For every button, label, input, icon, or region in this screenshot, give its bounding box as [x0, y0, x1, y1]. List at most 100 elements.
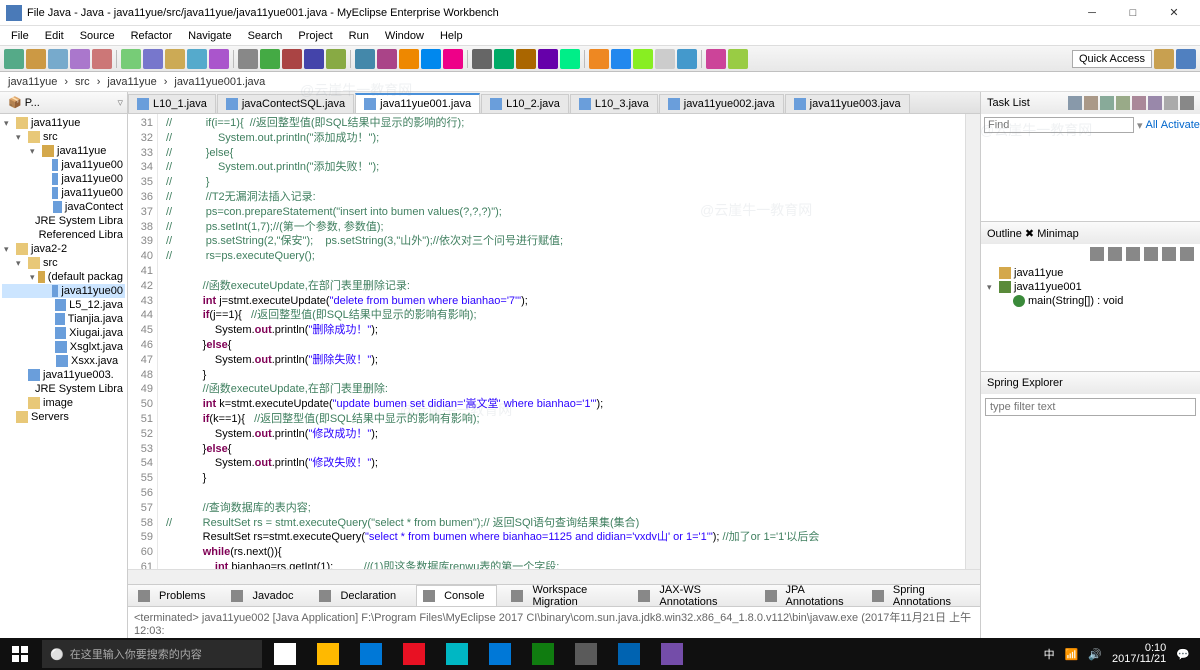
- tree-node[interactable]: Servers: [2, 410, 125, 424]
- find-dropdown-icon[interactable]: ▾: [1137, 119, 1143, 132]
- task-activate-link[interactable]: Activate...: [1161, 119, 1200, 131]
- toolbar-button-1[interactable]: [26, 49, 46, 69]
- tasklist-tool-0[interactable]: [1068, 96, 1082, 110]
- toolbar-button-30[interactable]: [706, 49, 726, 69]
- toolbar-button-14[interactable]: [326, 49, 346, 69]
- toolbar-button-13[interactable]: [304, 49, 324, 69]
- task-all-link[interactable]: All: [1146, 119, 1158, 131]
- outline-tree[interactable]: java11yue▾java11yue001main(String[]) : v…: [981, 264, 1200, 371]
- system-tray[interactable]: 中 📶 🔊 0:10 2017/11/21 💬: [1034, 643, 1200, 665]
- editor-tab[interactable]: L10_2.java: [481, 94, 569, 113]
- breadcrumb-segment[interactable]: java11yue: [105, 76, 158, 88]
- tree-node[interactable]: ▾java11yue: [2, 116, 125, 130]
- taskbar-app-1[interactable]: [307, 638, 349, 670]
- tree-node[interactable]: javaContect: [2, 200, 125, 214]
- code-content[interactable]: // if(i==1){ //返回整型值(即SQL结果中显示的影响的行); //…: [158, 114, 965, 569]
- menu-file[interactable]: File: [4, 29, 36, 43]
- toolbar-button-24[interactable]: [560, 49, 580, 69]
- toolbar-button-5[interactable]: [121, 49, 141, 69]
- outline-tool-2[interactable]: [1126, 247, 1140, 261]
- toolbar-button-15[interactable]: [355, 49, 375, 69]
- tray-volume-icon[interactable]: 🔊: [1088, 648, 1102, 661]
- breadcrumb-segment[interactable]: src: [73, 76, 92, 88]
- tree-node[interactable]: ▾src: [2, 130, 125, 144]
- outline-tool-1[interactable]: [1108, 247, 1122, 261]
- tree-node[interactable]: Referenced Libra: [2, 228, 125, 242]
- project-tree[interactable]: ▾java11yue▾src▾java11yuejava11yue00java1…: [0, 114, 127, 642]
- tasklist-tool-1[interactable]: [1084, 96, 1098, 110]
- outline-node[interactable]: main(String[]) : void: [987, 294, 1194, 308]
- tree-node[interactable]: ▾(default packag: [2, 270, 125, 284]
- outline-tool-3[interactable]: [1144, 247, 1158, 261]
- menu-refactor[interactable]: Refactor: [124, 29, 180, 43]
- toolbar-button-29[interactable]: [677, 49, 697, 69]
- tray-notifications-icon[interactable]: 💬: [1176, 648, 1190, 661]
- toolbar-button-22[interactable]: [516, 49, 536, 69]
- tree-node[interactable]: image: [2, 396, 125, 410]
- taskbar-app-3[interactable]: [393, 638, 435, 670]
- menu-search[interactable]: Search: [241, 29, 290, 43]
- tasklist-tool-6[interactable]: [1164, 96, 1178, 110]
- toolbar-button-10[interactable]: [238, 49, 258, 69]
- breadcrumb-segment[interactable]: java11yue001.java: [172, 76, 267, 88]
- menu-run[interactable]: Run: [342, 29, 376, 43]
- menu-edit[interactable]: Edit: [38, 29, 71, 43]
- tree-node[interactable]: Xsglxt.java: [2, 340, 125, 354]
- tree-node[interactable]: Tianjia.java: [2, 312, 125, 326]
- bottom-tab-declaration[interactable]: Declaration: [313, 586, 408, 606]
- toolbar-button-17[interactable]: [399, 49, 419, 69]
- tree-node[interactable]: Xiugai.java: [2, 326, 125, 340]
- toolbar-button-0[interactable]: [4, 49, 24, 69]
- toolbar-button-26[interactable]: [611, 49, 631, 69]
- maximize-button[interactable]: □: [1113, 2, 1153, 24]
- editor-tab[interactable]: javaContectSQL.java: [217, 94, 354, 113]
- toolbar-button-12[interactable]: [282, 49, 302, 69]
- tree-node[interactable]: java11yue00: [2, 158, 125, 172]
- toolbar-button-7[interactable]: [165, 49, 185, 69]
- tray-ime[interactable]: 中: [1044, 646, 1055, 662]
- task-find-input[interactable]: [984, 117, 1134, 133]
- tasklist-tool-5[interactable]: [1148, 96, 1162, 110]
- toolbar-button-4[interactable]: [92, 49, 112, 69]
- taskbar-search[interactable]: ⚪ 在这里输入你要搜索的内容: [42, 640, 262, 668]
- task-list-tab[interactable]: Task List: [987, 97, 1030, 109]
- package-explorer-tab[interactable]: 📦 P...: [4, 94, 44, 111]
- taskbar-app-5[interactable]: [479, 638, 521, 670]
- start-button[interactable]: [0, 638, 40, 670]
- toolbar-button-11[interactable]: [260, 49, 280, 69]
- menu-help[interactable]: Help: [433, 29, 470, 43]
- tasklist-tool-4[interactable]: [1132, 96, 1146, 110]
- tray-wifi-icon[interactable]: 📶: [1065, 648, 1079, 661]
- spring-filter-input[interactable]: [985, 398, 1196, 416]
- perspective-java-icon[interactable]: [1154, 49, 1174, 69]
- vertical-scrollbar[interactable]: [965, 114, 980, 569]
- taskbar-app-7[interactable]: [565, 638, 607, 670]
- breadcrumb-segment[interactable]: java11yue: [6, 76, 59, 88]
- tasklist-tool-2[interactable]: [1100, 96, 1114, 110]
- tree-node[interactable]: ▾java11yue: [2, 144, 125, 158]
- perspective-other-icon[interactable]: [1176, 49, 1196, 69]
- minimize-button[interactable]: ─: [1072, 2, 1112, 24]
- taskbar-app-4[interactable]: [436, 638, 478, 670]
- outline-tab[interactable]: Outline: [987, 228, 1022, 240]
- tree-node[interactable]: ▾java2-2: [2, 242, 125, 256]
- tree-node[interactable]: java11yue003.: [2, 368, 125, 382]
- toolbar-button-31[interactable]: [728, 49, 748, 69]
- toolbar-button-3[interactable]: [70, 49, 90, 69]
- taskbar-app-9[interactable]: [651, 638, 693, 670]
- editor-tab[interactable]: L10_1.java: [128, 94, 216, 113]
- toolbar-button-6[interactable]: [143, 49, 163, 69]
- toolbar-button-21[interactable]: [494, 49, 514, 69]
- toolbar-button-23[interactable]: [538, 49, 558, 69]
- toolbar-button-19[interactable]: [443, 49, 463, 69]
- outline-tool-0[interactable]: [1090, 247, 1104, 261]
- outline-node[interactable]: ▾java11yue001: [987, 280, 1194, 294]
- code-editor[interactable]: 31 32 33 34 35 36 37 38 39 40 41 42 43 4…: [128, 114, 980, 569]
- toolbar-button-9[interactable]: [209, 49, 229, 69]
- bottom-tab-problems[interactable]: Problems: [132, 586, 217, 606]
- menu-window[interactable]: Window: [378, 29, 431, 43]
- editor-tab[interactable]: java11yue001.java: [355, 93, 480, 113]
- minimap-tab[interactable]: Minimap: [1037, 228, 1079, 240]
- toolbar-button-2[interactable]: [48, 49, 68, 69]
- editor-tab[interactable]: java11yue003.java: [785, 94, 910, 113]
